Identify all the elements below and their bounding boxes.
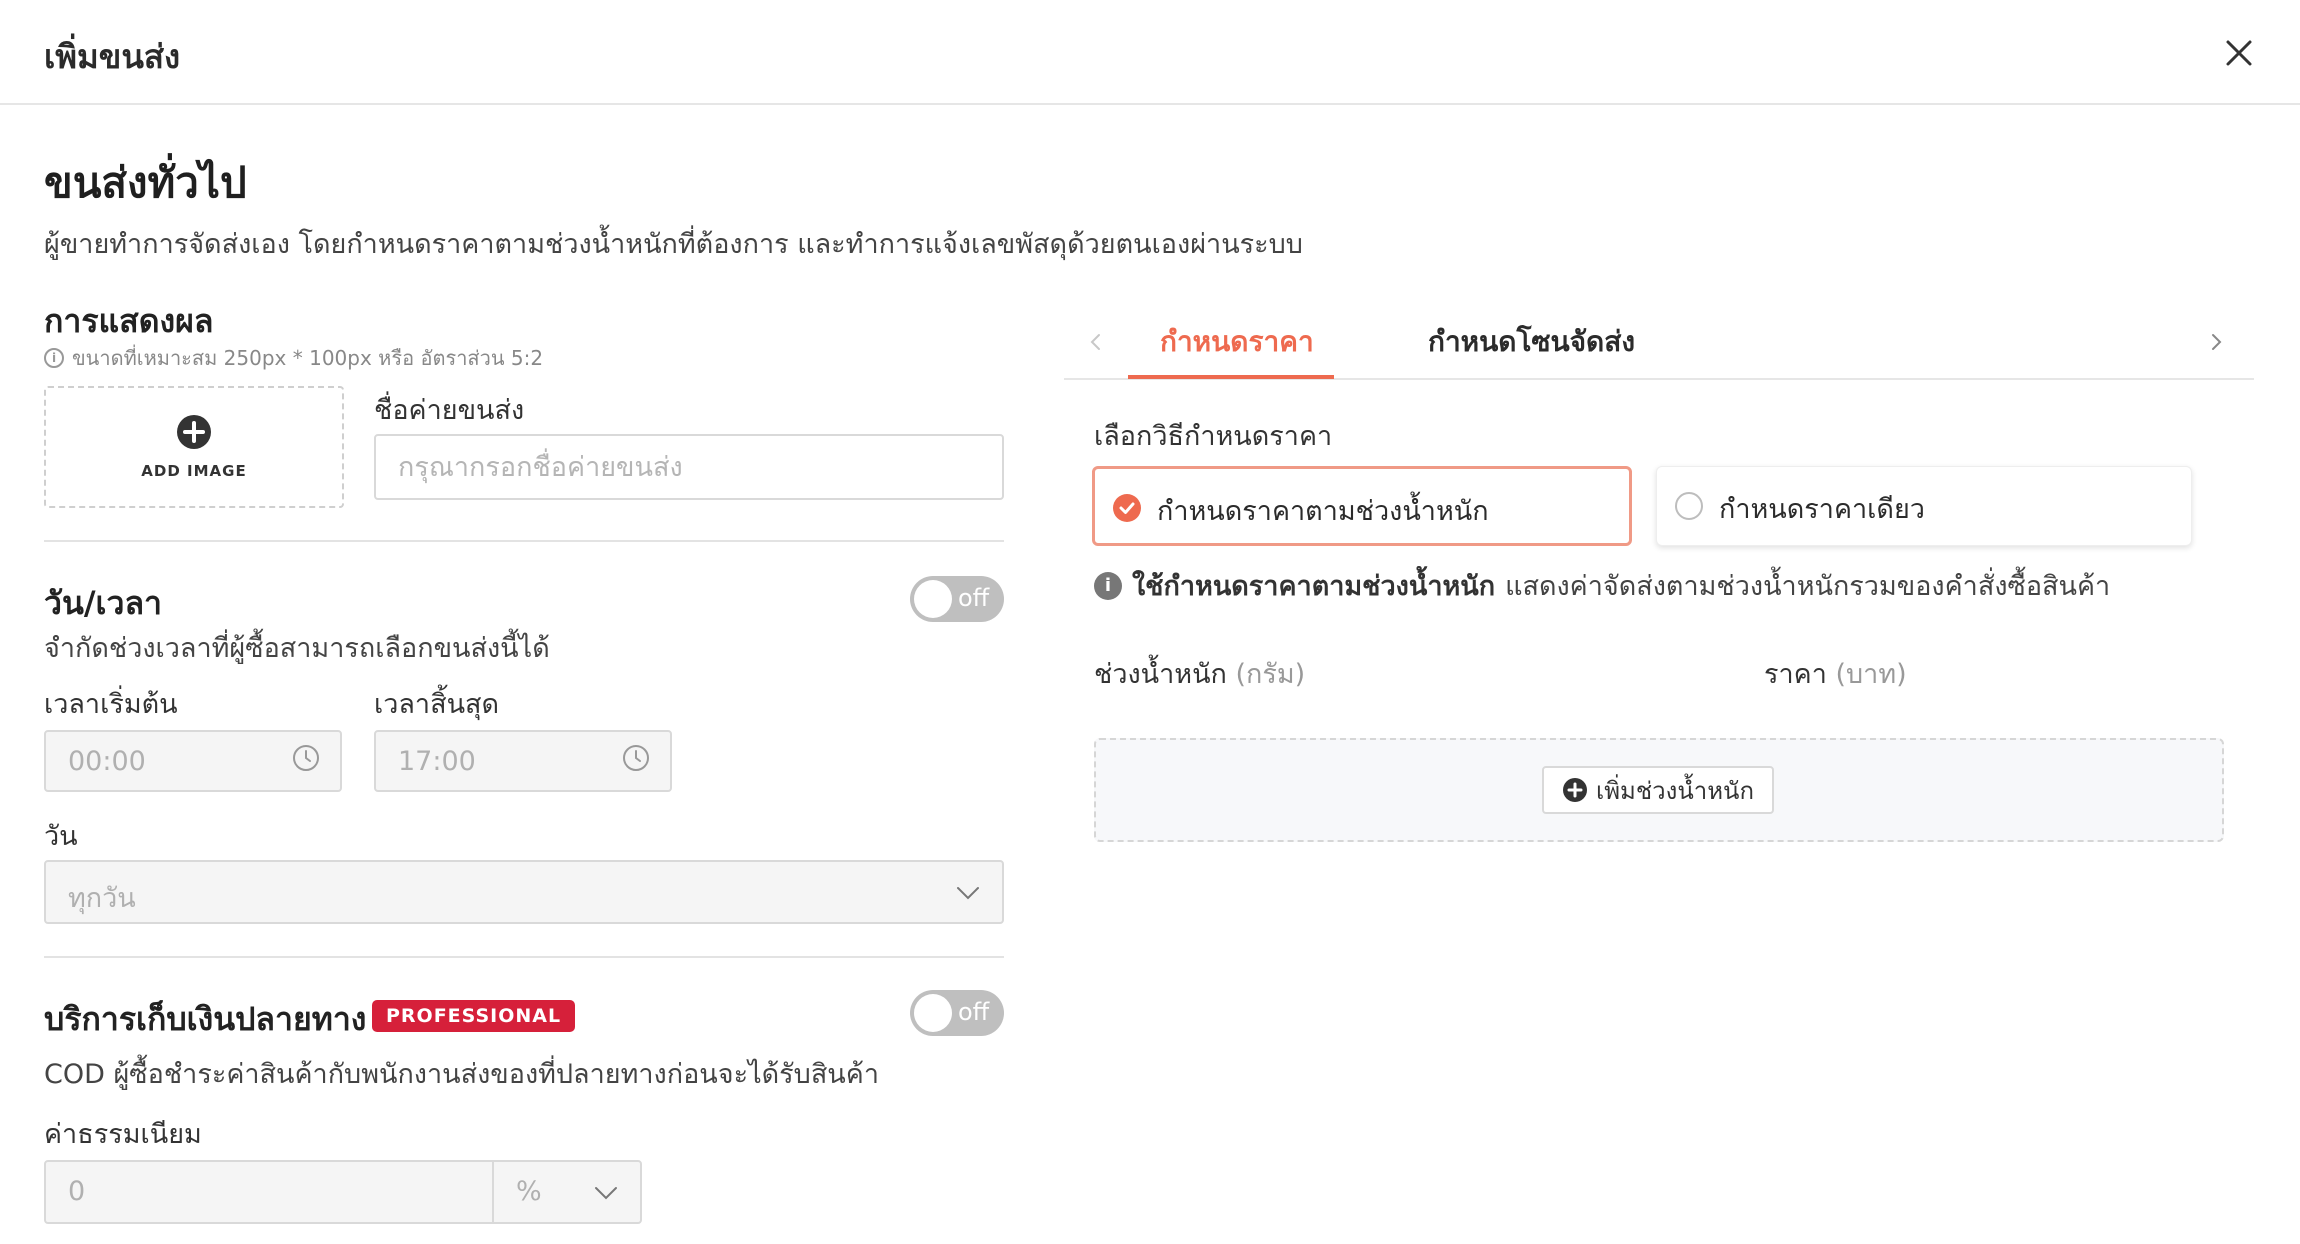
pricing-info-bold: ใช้กำหนดราคาตามช่วงน้ำหนัก (1132, 571, 1496, 602)
close-icon[interactable] (2222, 36, 2256, 70)
fee-input-group: 0 % (44, 1160, 642, 1224)
pricing-tabs: กำหนดราคา กำหนดโซนจัดส่ง (1064, 314, 2254, 380)
tab-delivery-zone[interactable]: กำหนดโซนจัดส่ง (1428, 320, 1635, 364)
add-weight-range-button[interactable]: เพิ่มช่วงน้ำหนัก (1542, 766, 1774, 814)
section-divider (44, 540, 1004, 542)
radio-icon (1675, 492, 1703, 520)
fee-input[interactable]: 0 (68, 1176, 85, 1207)
start-time-value: 00:00 (68, 746, 146, 777)
end-time-value: 17:00 (398, 746, 476, 777)
info-icon: i (44, 348, 64, 368)
fee-unit-select[interactable]: % (516, 1176, 542, 1207)
start-time-field[interactable]: 00:00 (44, 730, 342, 792)
info-icon: i (1094, 571, 1122, 600)
page-description: ผู้ขายทำการจัดส่งเอง โดยกำหนดราคาตามช่วง… (44, 229, 1303, 260)
weight-unit: (กรัม) (1235, 659, 1306, 690)
price-label: ราคา (1764, 659, 1827, 690)
chevron-down-icon[interactable] (594, 1186, 618, 1200)
cod-description: COD ผู้ซื้อชำระค่าสินค้ากับพนักงานส่งของ… (44, 1059, 879, 1090)
day-select-value: ทุกวัน (68, 883, 136, 914)
section-divider (44, 956, 1004, 958)
chevron-down-icon (957, 887, 979, 900)
weight-range-column-header: ช่วงน้ำหนัก (กรัม) (1094, 652, 1305, 695)
schedule-description: จำกัดช่วงเวลาที่ผู้ซื้อสามารถเลือกขนส่งน… (44, 633, 550, 664)
price-unit: (บาท) (1835, 659, 1907, 690)
modal-header: เพิ่มขนส่ง (0, 0, 2300, 105)
toggle-state-label: off (958, 998, 990, 1026)
close-button[interactable] (2222, 36, 2256, 70)
option-label: กำหนดราคาตามช่วงน้ำหนัก (1157, 496, 1489, 527)
schedule-toggle[interactable]: off (910, 576, 1004, 622)
toggle-state-label: off (958, 584, 990, 612)
clock-icon (623, 745, 649, 771)
professional-badge: PROFESSIONAL (372, 1000, 576, 1032)
pricing-info-text: แสดงค่าจัดส่งตามช่วงน้ำหนักรวมของคำสั่งซ… (1505, 571, 2111, 602)
schedule-section-title: วัน/เวลา (44, 584, 163, 622)
price-column-header: ราคา (บาท) (1764, 652, 1907, 695)
pricing-method-label: เลือกวิธีกำหนดราคา (1094, 421, 1333, 452)
cod-section-title: บริการเก็บเงินปลายทาง (44, 1000, 367, 1038)
tab-pricing[interactable]: กำหนดราคา (1160, 320, 1314, 364)
active-tab-indicator (1128, 375, 1334, 379)
option-weight-range-pricing[interactable]: กำหนดราคาตามช่วงน้ำหนัก (1092, 466, 1632, 546)
add-image-label: ADD IMAGE (141, 462, 247, 480)
cod-toggle[interactable]: off (910, 990, 1004, 1036)
day-select[interactable]: ทุกวัน (44, 860, 1004, 924)
image-size-hint: i ขนาดที่เหมาะสม 250px * 100px หรือ อัตร… (44, 342, 543, 374)
chevron-right-icon[interactable] (2204, 330, 2228, 354)
clock-icon (293, 745, 319, 771)
page-title: ขนส่งทั่วไป (44, 158, 247, 207)
fee-label: ค่าธรรมเนียม (44, 1119, 202, 1150)
check-circle-icon (1113, 494, 1141, 522)
carrier-name-label: ชื่อค่ายขนส่ง (374, 395, 525, 426)
carrier-name-input[interactable] (374, 434, 1004, 500)
modal-title: เพิ่มขนส่ง (44, 37, 181, 76)
add-weight-range-label: เพิ่มช่วงน้ำหนัก (1596, 776, 1754, 805)
option-label: กำหนดราคาเดียว (1719, 494, 1925, 525)
weight-range-area: เพิ่มช่วงน้ำหนัก (1094, 738, 2224, 842)
toggle-knob (914, 580, 952, 618)
day-label: วัน (44, 821, 78, 852)
plus-circle-icon (177, 415, 211, 449)
weight-range-label: ช่วงน้ำหนัก (1094, 659, 1227, 690)
option-single-price[interactable]: กำหนดราคาเดียว (1656, 466, 2192, 546)
plus-circle-icon (1563, 778, 1588, 802)
end-time-field[interactable]: 17:00 (374, 730, 672, 792)
fee-divider (492, 1162, 494, 1222)
start-time-label: เวลาเริ่มต้น (44, 689, 178, 720)
end-time-label: เวลาสิ้นสุด (374, 689, 500, 720)
add-image-button[interactable]: ADD IMAGE (44, 386, 344, 508)
pricing-info: i ใช้กำหนดราคาตามช่วงน้ำหนัก แสดงค่าจัดส… (1094, 564, 2110, 607)
image-size-hint-text: ขนาดที่เหมาะสม 250px * 100px หรือ อัตราส… (72, 346, 544, 370)
toggle-knob (914, 994, 952, 1032)
display-section-title: การแสดงผล (44, 302, 214, 340)
chevron-left-icon[interactable] (1084, 330, 1108, 354)
